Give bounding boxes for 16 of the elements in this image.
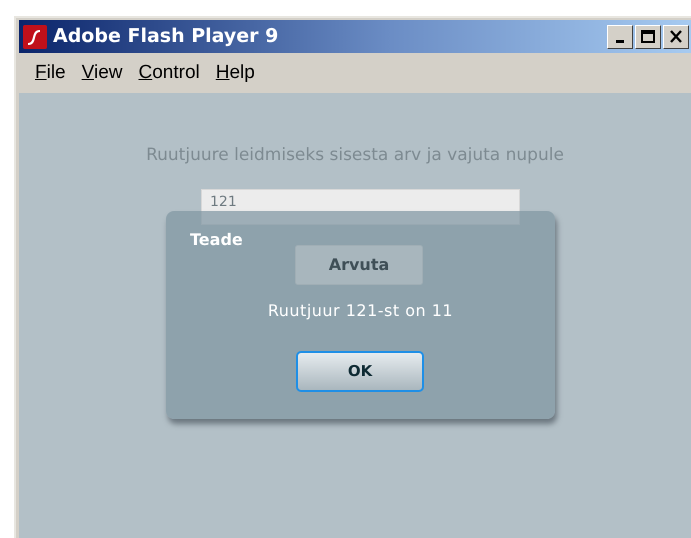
ok-button[interactable]: OK: [296, 351, 424, 392]
calculate-button[interactable]: Arvuta: [295, 245, 423, 285]
minimize-button[interactable]: [607, 24, 633, 48]
menu-item[interactable]: File: [27, 58, 74, 88]
window-title: Adobe Flash Player 9: [53, 24, 278, 50]
maximize-icon: [641, 30, 655, 43]
flash-logo-icon: [23, 24, 47, 48]
close-icon: [669, 30, 683, 43]
minimize-icon: [616, 40, 624, 42]
close-button[interactable]: [663, 24, 689, 48]
dialog-title: Teade: [190, 229, 243, 251]
maximize-button[interactable]: [635, 24, 661, 48]
menu-item[interactable]: View: [74, 58, 130, 88]
dialog-message: Ruutjuur 121-st on 11: [266, 300, 454, 322]
menu-item[interactable]: Help: [208, 58, 263, 88]
menu-item[interactable]: Control: [130, 58, 208, 88]
